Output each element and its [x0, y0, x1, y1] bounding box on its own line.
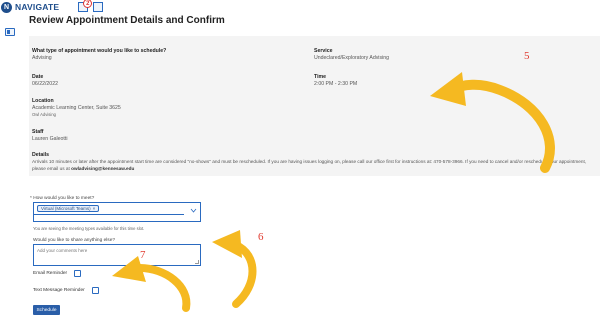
details-text: Arrivals 10 minutes or later after the a… [32, 159, 587, 171]
text-reminder-row: Text Message Reminder [33, 287, 99, 294]
date-label: Date [32, 74, 44, 80]
email-reminder-checkbox[interactable] [74, 270, 82, 277]
date-value: 06/22/2022 [32, 81, 58, 87]
arrow-6-icon [212, 230, 257, 308]
location-value: Academic Learning Center, Suite 3625 [32, 105, 121, 111]
staff-value: Lauren Galeotti [32, 136, 68, 142]
notification-badge: 2 [83, 0, 93, 8]
schedule-button[interactable]: Schedule [33, 305, 60, 315]
service-label: Service [314, 48, 333, 54]
location-sub: Owl Advising [32, 112, 56, 117]
appointments-icon[interactable] [5, 28, 15, 36]
brand-name: NAVIGATE [15, 2, 60, 12]
location-label: Location [32, 98, 54, 104]
select-divider [34, 214, 184, 215]
top-navigation-bar: N NAVIGATE 2 [0, 0, 600, 14]
navigate-logo-icon: N [1, 1, 12, 13]
annotation-6: 6 [258, 231, 264, 243]
details-field: Details Arrivals 10 minutes or later aft… [32, 152, 592, 172]
staff-field: Staff Lauren Galeotti [32, 129, 67, 143]
comments-textarea[interactable]: Add your comments here [33, 244, 201, 266]
inbox-icon[interactable]: 2 [78, 0, 93, 12]
email-reminder-row: Email Reminder [33, 270, 82, 277]
advising-email[interactable]: owladvising@kennesaw.edu [71, 166, 134, 171]
appointment-details-card: What type of appointment would you like … [29, 36, 600, 176]
resize-handle-icon[interactable] [195, 260, 199, 264]
email-reminder-label: Email Reminder [33, 271, 68, 276]
meet-type-help: You are seeing the meeting types availab… [33, 226, 145, 231]
location-field: Location Academic Learning Center, Suite… [32, 98, 121, 118]
meet-type-chip: Virtual (Microsoft Teams) × [37, 205, 100, 212]
appointment-type-value: Advising [32, 55, 52, 61]
service-value: Undeclared/Exploratory Advising [314, 55, 389, 61]
comments-placeholder: Add your comments here [37, 248, 88, 253]
meet-type-select[interactable]: Virtual (Microsoft Teams) × [33, 202, 201, 222]
service-field: Service Undeclared/Exploratory Advising [314, 48, 389, 62]
date-field: Date 06/22/2022 [32, 74, 58, 88]
details-label: Details [32, 152, 50, 158]
remove-chip-icon[interactable]: × [93, 206, 96, 211]
meet-type-label: * How would you like to meet? [30, 196, 95, 201]
staff-label: Staff [32, 129, 44, 135]
annotation-5: 5 [524, 50, 530, 62]
time-label: Time [314, 74, 327, 80]
text-reminder-checkbox[interactable] [91, 287, 99, 294]
annotation-7: 7 [140, 249, 146, 261]
calendar-icon[interactable] [93, 2, 104, 12]
appointment-type-field: What type of appointment would you like … [32, 48, 166, 62]
chevron-down-icon[interactable] [190, 207, 197, 214]
page-title: Review Appointment Details and Confirm [29, 15, 225, 26]
comments-label: Would you like to share anything else? [33, 238, 116, 243]
brand[interactable]: N NAVIGATE [1, 1, 60, 13]
time-value: 2:00 PM - 2:30 PM [314, 81, 358, 87]
time-field: Time 2:00 PM - 2:30 PM [314, 74, 357, 88]
text-reminder-label: Text Message Reminder [33, 288, 85, 293]
meet-type-chip-label: Virtual (Microsoft Teams) [41, 206, 91, 211]
sidebar [0, 16, 22, 324]
appointment-type-label: What type of appointment would you like … [32, 48, 167, 54]
